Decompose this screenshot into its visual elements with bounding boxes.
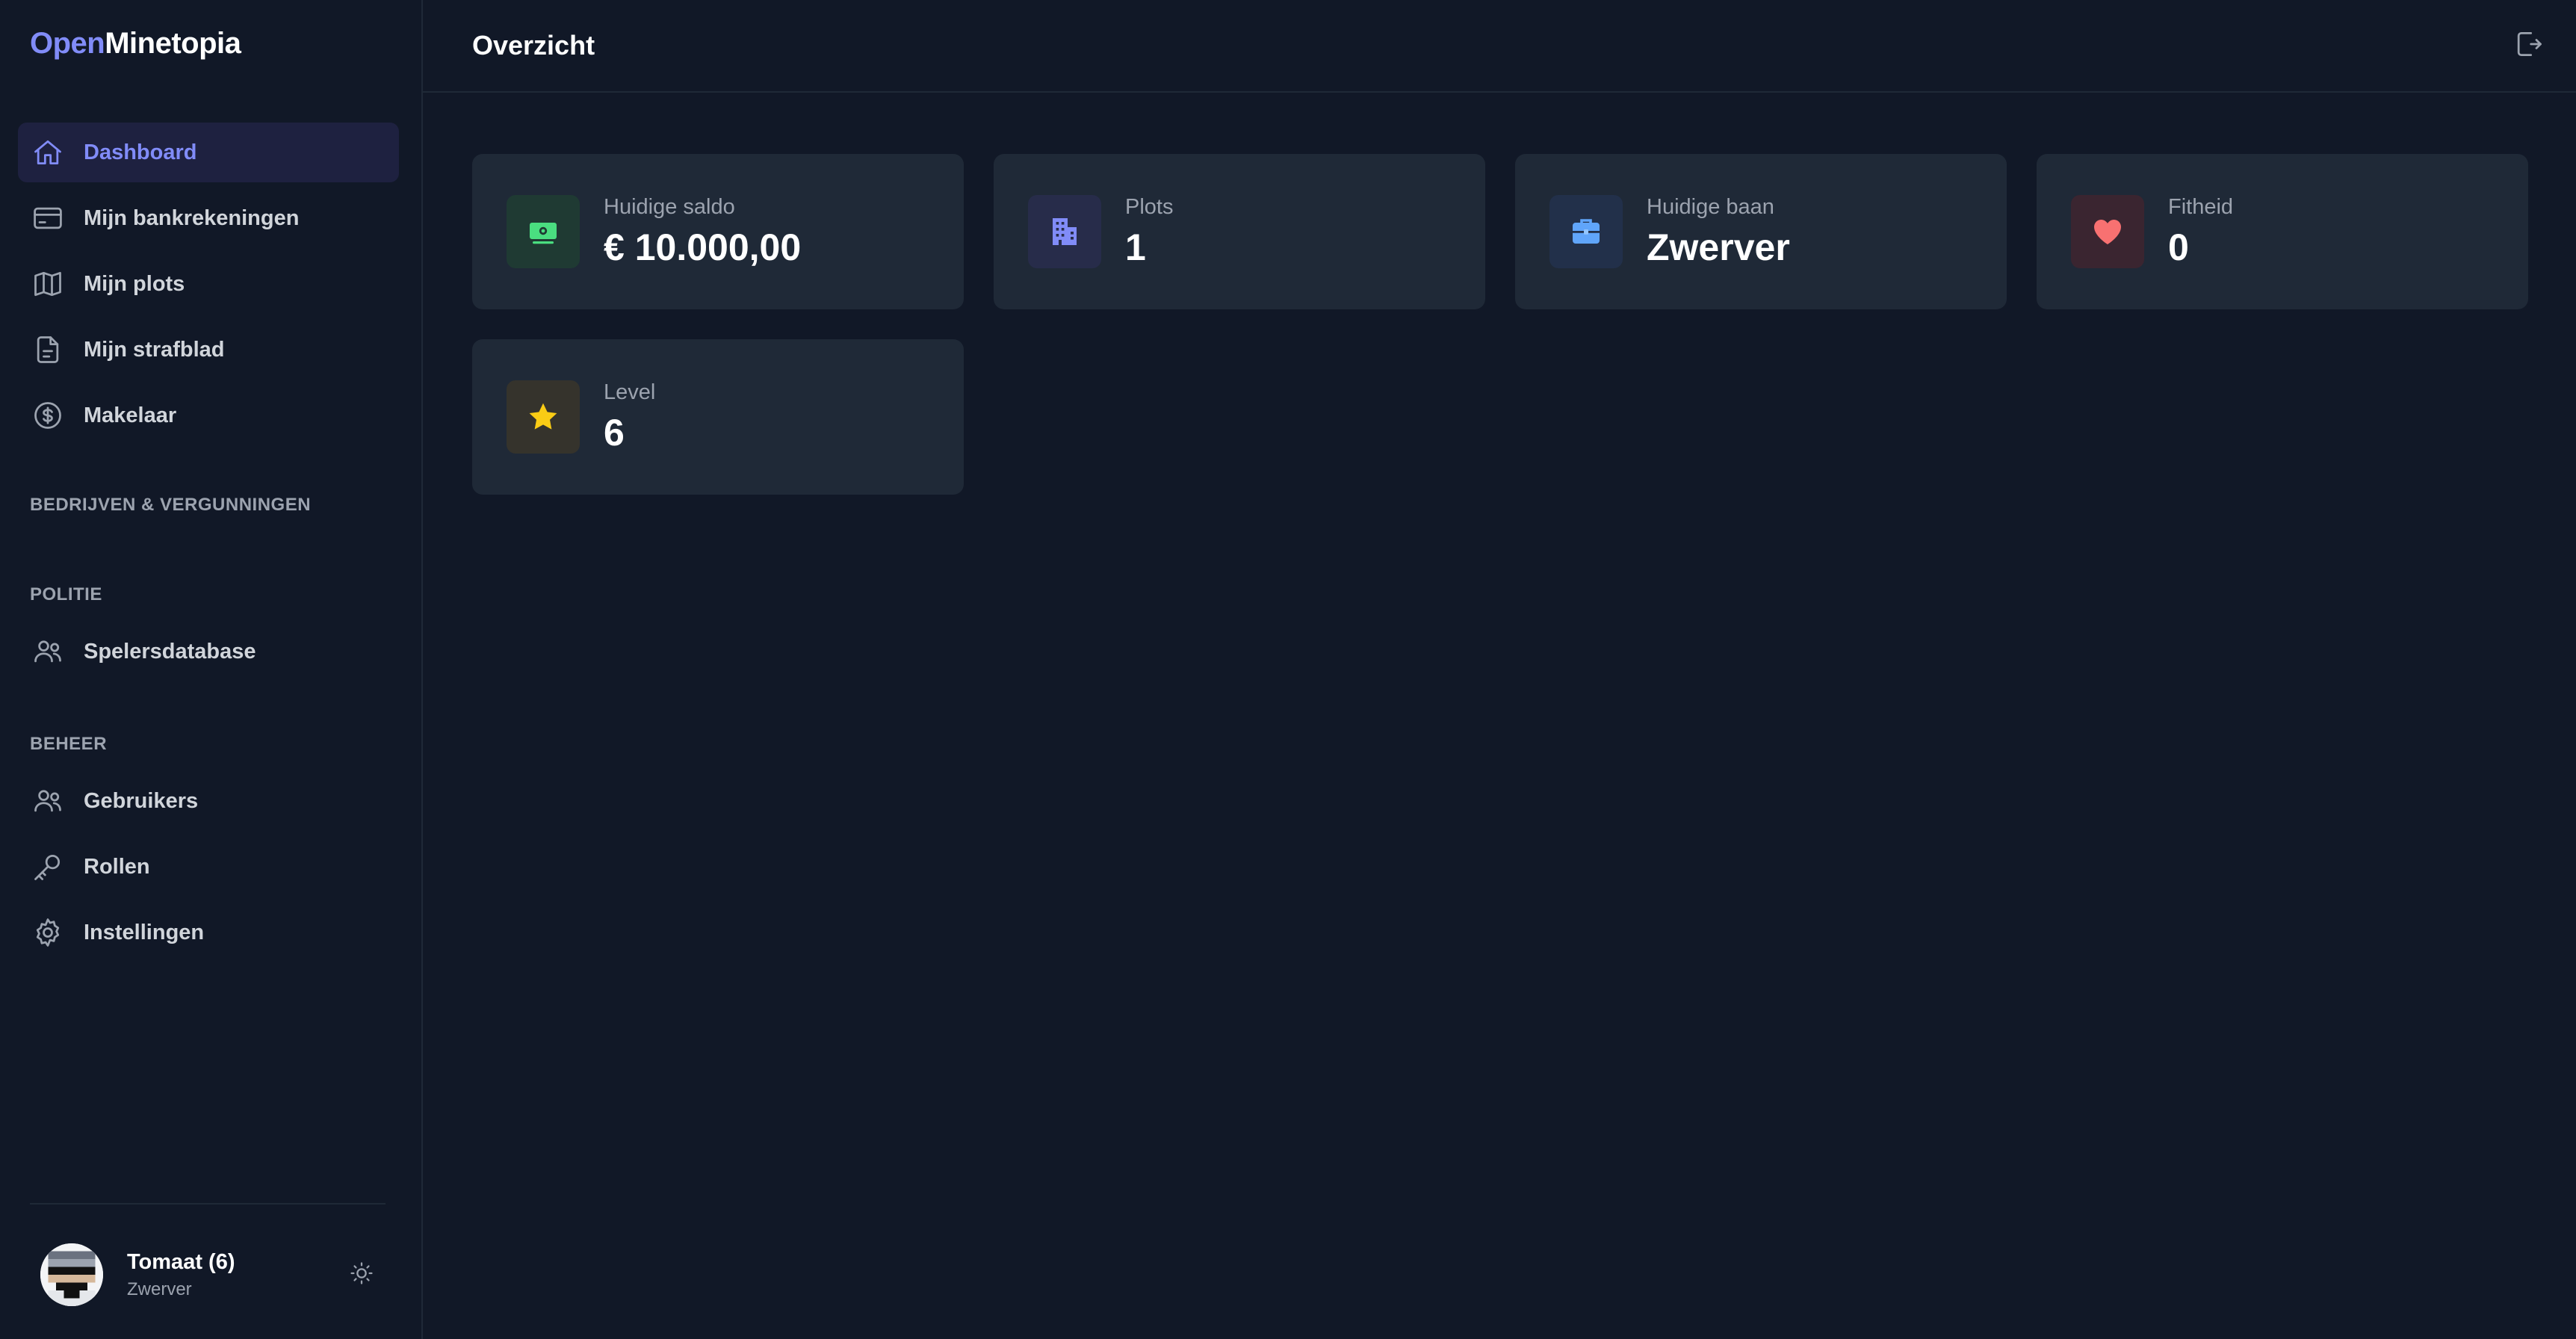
stat-label: Huidige saldo bbox=[604, 194, 735, 219]
stat-label: Fitheid bbox=[2168, 194, 2234, 219]
user-name: Tomaat (6) bbox=[127, 1249, 235, 1274]
sidebar: OpenMinetopia Dashboard Mijn bankrekenin… bbox=[0, 0, 423, 1339]
briefcase-icon bbox=[1549, 195, 1623, 268]
sidebar-item-label: Makelaar bbox=[84, 403, 177, 427]
sidebar-item-label: Instellingen bbox=[84, 920, 205, 944]
sidebar-item-instellingen[interactable]: Instellingen bbox=[18, 903, 399, 962]
section-heading-bedrijven: BEDRIJVEN & VERGUNNINGEN bbox=[30, 495, 312, 515]
stat-card-plots: Plots 1 bbox=[994, 154, 1485, 309]
sidebar-item-label: Dashboard bbox=[84, 140, 197, 164]
stat-value: € 10.000,00 bbox=[604, 226, 802, 268]
gear-icon bbox=[31, 916, 64, 949]
sidebar-item-dashboard[interactable]: Dashboard bbox=[18, 123, 399, 182]
logout-button[interactable] bbox=[2510, 28, 2546, 64]
sidebar-item-spelersdatabase[interactable]: Spelersdatabase bbox=[18, 622, 399, 681]
sidebar-item-bankrekeningen[interactable]: Mijn bankrekeningen bbox=[18, 188, 399, 248]
home-icon bbox=[31, 136, 64, 169]
users-icon bbox=[31, 635, 64, 668]
stat-card-saldo: Huidige saldo € 10.000,00 bbox=[472, 154, 964, 309]
logo-open: Open bbox=[30, 27, 105, 60]
section-heading-beheer: BEHEER bbox=[30, 734, 108, 754]
app-logo[interactable]: OpenMinetopia bbox=[30, 27, 241, 61]
stat-label: Plots bbox=[1125, 194, 1174, 219]
stat-value: 6 bbox=[604, 411, 625, 454]
document-icon bbox=[31, 333, 64, 366]
stats-grid: Huidige saldo € 10.000,00 Plots 1 Huidig… bbox=[472, 154, 2528, 495]
key-icon bbox=[31, 850, 64, 883]
stat-label: Huidige baan bbox=[1647, 194, 1774, 219]
sidebar-item-plots[interactable]: Mijn plots bbox=[18, 254, 399, 314]
sidebar-item-makelaar[interactable]: Makelaar bbox=[18, 386, 399, 445]
users-icon bbox=[31, 785, 64, 817]
stat-card-level: Level 6 bbox=[472, 339, 964, 495]
page-title: Overzicht bbox=[472, 30, 595, 61]
stat-card-baan: Huidige baan Zwerver bbox=[1515, 154, 2007, 309]
sidebar-item-label: Mijn bankrekeningen bbox=[84, 205, 300, 230]
sidebar-divider bbox=[30, 1203, 386, 1205]
heart-icon bbox=[2071, 195, 2144, 268]
logo-minetopia: Minetopia bbox=[105, 27, 241, 60]
user-profile[interactable]: Tomaat (6) Zwerver bbox=[40, 1243, 377, 1306]
avatar bbox=[40, 1243, 103, 1306]
banknote-icon bbox=[507, 195, 580, 268]
sidebar-item-label: Gebruikers bbox=[84, 788, 199, 813]
map-icon bbox=[31, 268, 64, 300]
star-icon bbox=[507, 380, 580, 454]
sidebar-item-label: Rollen bbox=[84, 854, 150, 879]
sidebar-item-strafblad[interactable]: Mijn strafblad bbox=[18, 320, 399, 380]
sidebar-item-gebruikers[interactable]: Gebruikers bbox=[18, 771, 399, 831]
stat-label: Level bbox=[604, 380, 656, 404]
building-icon bbox=[1028, 195, 1101, 268]
sidebar-item-label: Mijn strafblad bbox=[84, 337, 225, 362]
user-role: Zwerver bbox=[127, 1278, 192, 1299]
sidebar-item-label: Mijn plots bbox=[84, 271, 185, 296]
sidebar-item-rollen[interactable]: Rollen bbox=[18, 837, 399, 897]
top-bar: Overzicht bbox=[423, 0, 2576, 93]
stat-value: 0 bbox=[2168, 226, 2189, 268]
logout-icon bbox=[2512, 28, 2545, 64]
stat-value: Zwerver bbox=[1647, 226, 1790, 268]
stat-value: 1 bbox=[1125, 226, 1146, 268]
dollar-circle-icon bbox=[31, 399, 64, 432]
stat-card-fitheid: Fitheid 0 bbox=[2037, 154, 2528, 309]
section-heading-politie: POLITIE bbox=[30, 584, 102, 604]
sidebar-item-label: Spelersdatabase bbox=[84, 639, 256, 664]
sun-icon bbox=[349, 1261, 374, 1290]
theme-toggle-button[interactable] bbox=[347, 1260, 377, 1290]
main-content: Overzicht Huidige saldo € 10.000,00 Plot… bbox=[423, 0, 2576, 1339]
credit-card-icon bbox=[31, 202, 64, 235]
